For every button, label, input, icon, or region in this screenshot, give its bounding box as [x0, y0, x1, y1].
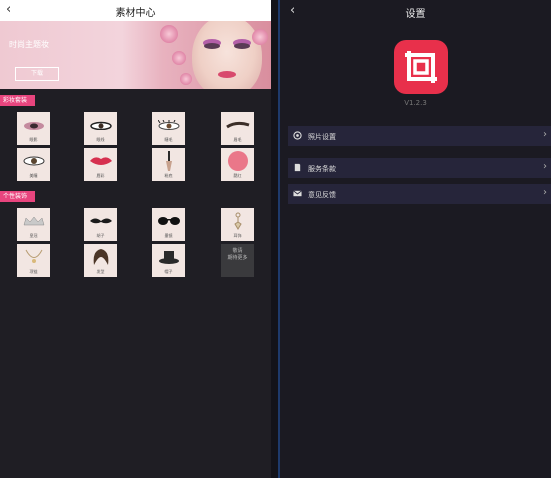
flower-decoration: [252, 29, 268, 45]
theme-banner[interactable]: 时尚主题妆 下载: [0, 21, 271, 89]
contact-lens-icon: [23, 156, 44, 166]
eyelash-icon: [157, 120, 179, 131]
material-foundation[interactable]: 粉底: [152, 148, 185, 181]
material-contact-lens[interactable]: 美瞳: [17, 148, 50, 181]
material-label: 粉底: [164, 173, 173, 178]
settings-pane: ‹ 设置 V1.2.3 照片设置 › 服务条款 › 意见反馈 ›: [280, 0, 551, 478]
material-eyeliner[interactable]: 眼线: [84, 112, 117, 145]
blush-icon: [227, 151, 248, 172]
coming-soon-label: 敬请 期待更多: [227, 248, 248, 261]
material-label: 项链: [29, 269, 38, 274]
page-title: 素材中心: [115, 8, 156, 19]
document-icon: [294, 163, 301, 172]
crop-logo-icon: [405, 51, 437, 83]
banner-download-button[interactable]: 下载: [15, 67, 59, 81]
material-label: 胡子: [96, 233, 105, 238]
material-necklace[interactable]: 项链: [17, 244, 50, 277]
material-label: 帽子: [164, 269, 173, 274]
material-coming-soon: 敬请 期待更多: [221, 244, 254, 277]
crown-icon: [23, 216, 44, 226]
material-label: 眼线: [96, 137, 105, 142]
material-label: 美瞳: [29, 173, 38, 178]
flower-decoration: [180, 73, 192, 85]
section-accessory-label: 个性装饰: [0, 191, 35, 202]
model-face-image: [192, 21, 262, 89]
material-label: 皇冠: [29, 233, 38, 238]
material-mustache[interactable]: 胡子: [84, 208, 117, 241]
settings-title: 设置: [405, 9, 426, 20]
material-label: 唇彩: [96, 173, 105, 178]
material-hairstyle[interactable]: 发型: [84, 244, 117, 277]
mail-icon: [293, 190, 302, 197]
camera-icon: [293, 131, 302, 140]
settings-row-photo[interactable]: 照片设置 ›: [288, 126, 551, 146]
chevron-right-icon: ›: [543, 129, 547, 140]
lips-icon: [89, 157, 112, 166]
model-lips: [218, 71, 236, 78]
settings-row-feedback[interactable]: 意见反馈 ›: [288, 184, 551, 204]
material-header: ‹ 素材中心: [0, 0, 271, 22]
settings-row-label: 服务条款: [308, 165, 336, 173]
material-label: 眼影: [29, 137, 38, 142]
material-label: 墨镜: [164, 233, 173, 238]
material-label: 腮红: [233, 173, 242, 178]
section-makeup-label: 彩妆套装: [0, 95, 35, 106]
material-blush[interactable]: 腮红: [221, 148, 254, 181]
chevron-right-icon: ›: [543, 161, 547, 172]
eyeliner-icon: [89, 121, 112, 131]
material-eyelash[interactable]: 睫毛: [152, 112, 185, 145]
chevron-right-icon: ›: [543, 187, 547, 198]
app-logo-icon: [394, 40, 448, 94]
sunglasses-icon: [157, 217, 180, 226]
banner-title: 时尚主题妆: [9, 40, 49, 49]
settings-row-terms[interactable]: 服务条款 ›: [288, 158, 551, 178]
material-lip-gloss[interactable]: 唇彩: [84, 148, 117, 181]
app-version: V1.2.3: [404, 99, 427, 107]
settings-row-label: 照片设置: [308, 133, 336, 141]
material-crown[interactable]: 皇冠: [17, 208, 50, 241]
app-root: ‹ 素材中心 时尚主题妆 下载 彩妆套装 眼影 眼线 睫毛 眉毛 美瞳 唇彩 粉…: [0, 0, 551, 478]
material-hat[interactable]: 帽子: [152, 244, 185, 277]
material-sunglasses[interactable]: 墨镜: [152, 208, 185, 241]
material-label: 眉毛: [233, 137, 242, 142]
mustache-icon: [89, 218, 112, 224]
material-center-pane: ‹ 素材中心 时尚主题妆 下载 彩妆套装 眼影 眼线 睫毛 眉毛 美瞳 唇彩 粉…: [0, 0, 271, 478]
hat-icon: [158, 251, 179, 265]
hairstyle-icon: [93, 249, 108, 266]
material-label: 发型: [96, 269, 105, 274]
material-eyebrow[interactable]: 眉毛: [221, 112, 254, 145]
eyeshadow-icon: [23, 122, 44, 131]
material-label: 耳饰: [233, 233, 242, 238]
material-earring[interactable]: 耳饰: [221, 208, 254, 241]
settings-row-label: 意见反馈: [308, 191, 336, 199]
eyebrow-icon: [225, 122, 249, 129]
model-eye: [204, 43, 220, 49]
flower-decoration: [172, 51, 186, 65]
material-label: 睫毛: [164, 137, 173, 142]
material-eyeshadow[interactable]: 眼影: [17, 112, 50, 145]
necklace-icon: [25, 249, 42, 264]
makeup-brush-icon: [165, 151, 172, 172]
settings-header: ‹ 设置: [280, 0, 551, 22]
model-eye: [234, 43, 250, 49]
earring-icon: [233, 212, 242, 231]
flower-decoration: [160, 25, 178, 43]
